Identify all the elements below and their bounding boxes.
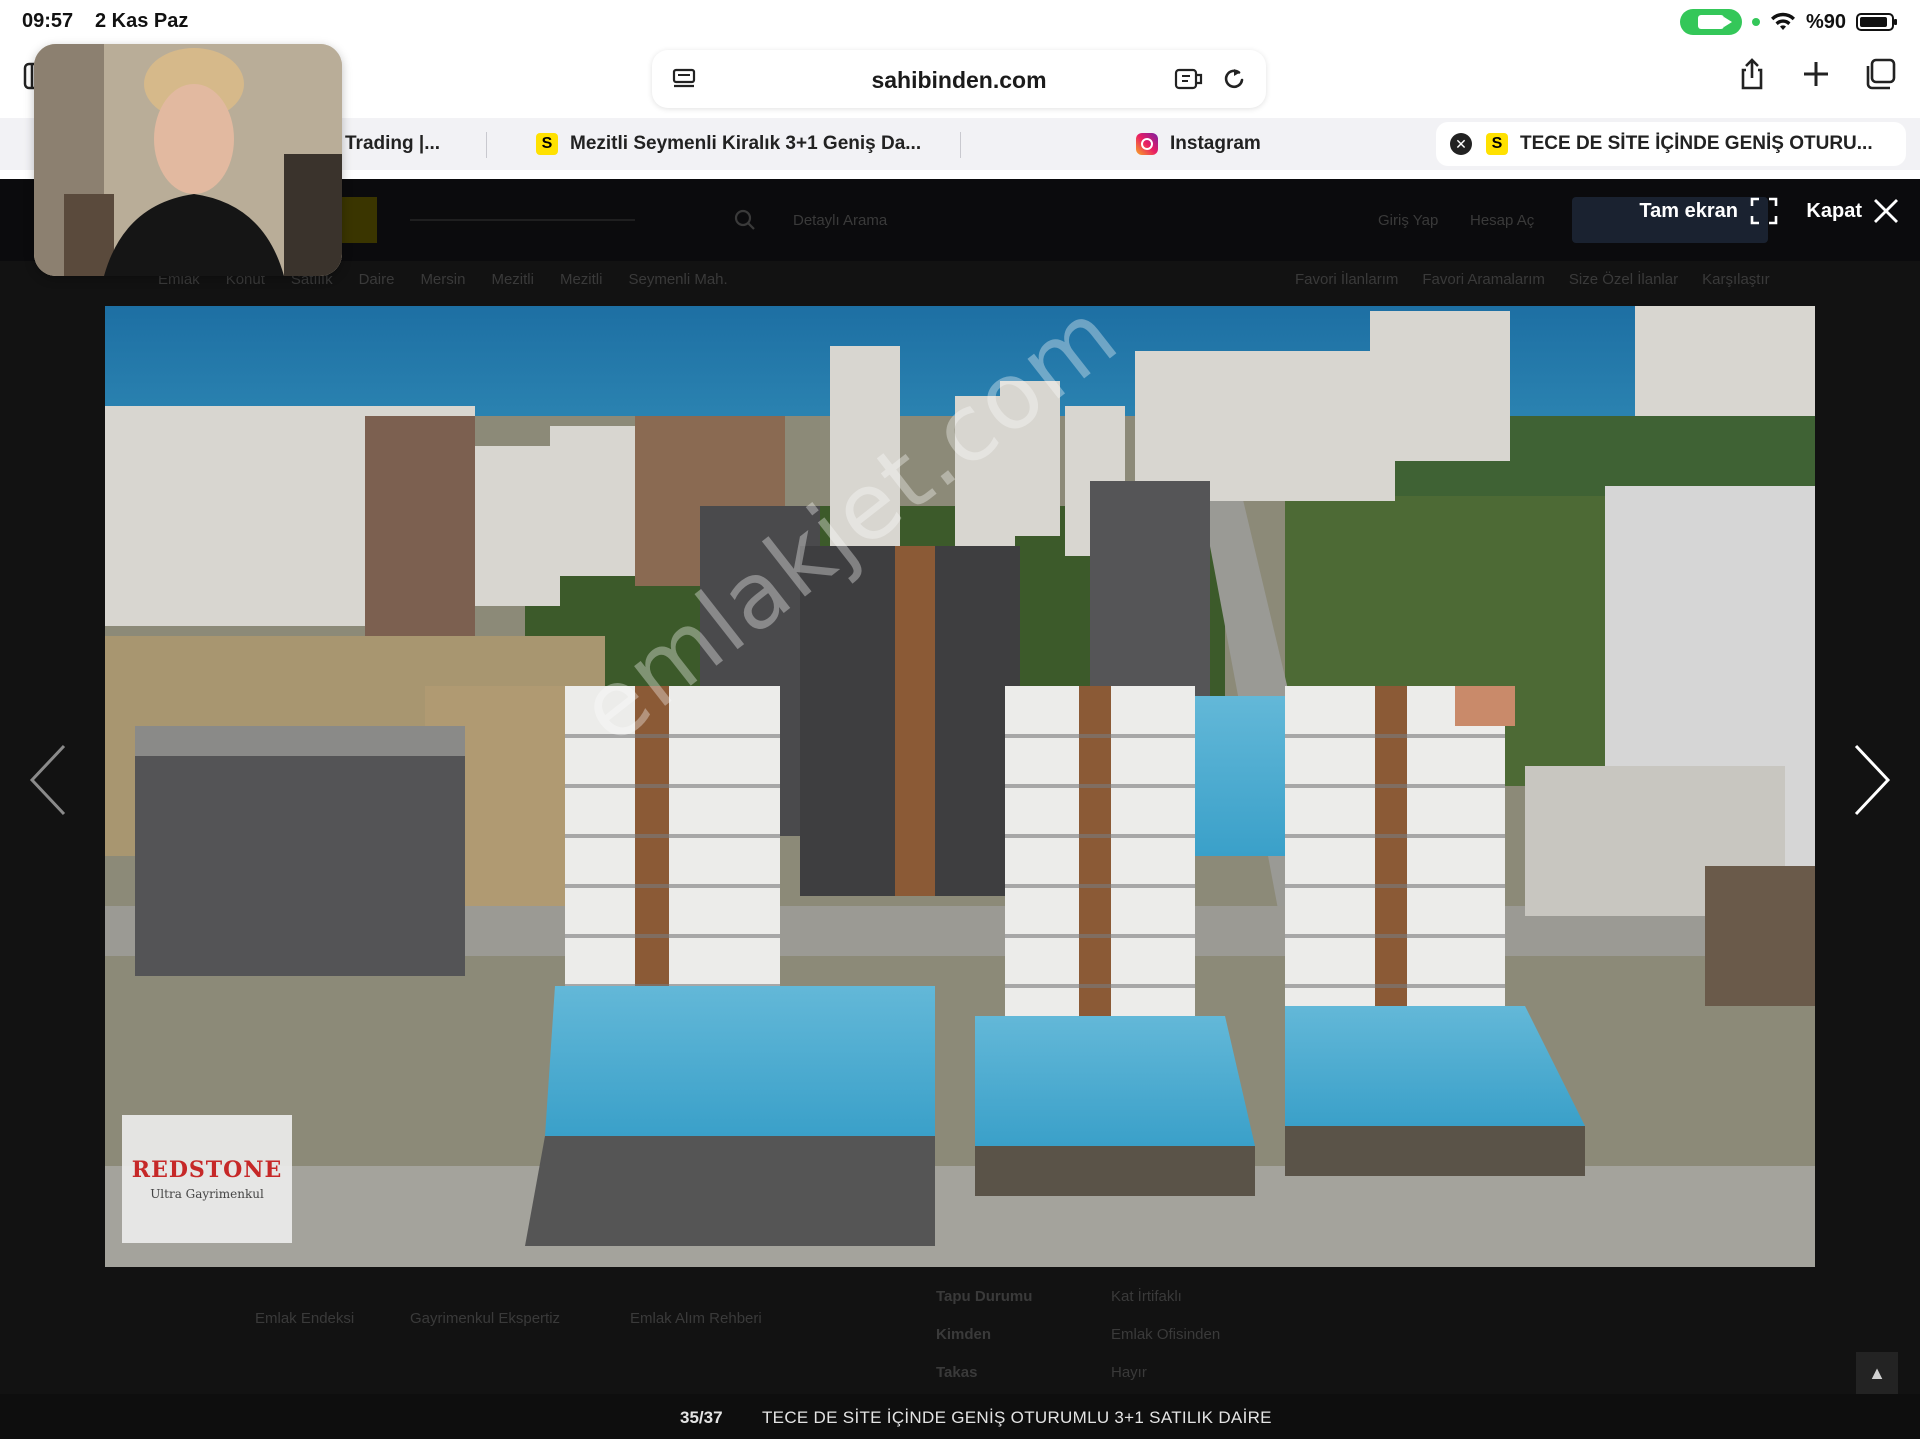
tab-label: Instagram [1170, 133, 1261, 154]
video-person-image [34, 44, 342, 276]
share-icon[interactable] [1734, 56, 1770, 92]
breadcrumb-item[interactable]: Mezitli [560, 271, 603, 288]
wifi-icon [1770, 12, 1795, 30]
tab-tece-active[interactable]: ✕ S TECE DE SİTE İÇİNDE GENİŞ OTURU... [1436, 122, 1906, 166]
close-icon [1874, 199, 1898, 223]
footer-link[interactable]: Emlak Endeksi [255, 1310, 354, 1327]
fullscreen-label: Tam ekran [1639, 199, 1738, 222]
detail-label: Takas [936, 1364, 978, 1381]
reload-icon[interactable] [1220, 65, 1248, 93]
tabs-overview-icon[interactable] [1862, 56, 1898, 92]
sahibinden-icon: S [536, 133, 558, 155]
breadcrumb-item[interactable]: Mezitli [491, 271, 534, 288]
breadcrumb-item[interactable]: Daire [359, 271, 395, 288]
footer-link[interactable]: Emlak Alım Rehberi [630, 1310, 762, 1327]
tab-instagram[interactable]: Instagram [1136, 122, 1316, 166]
agency-logo-sub: Ultra Gayrimenkul [150, 1187, 264, 1201]
new-tab-icon[interactable] [1798, 56, 1834, 92]
status-right: %90 [1679, 9, 1897, 35]
battery-icon [1856, 13, 1897, 31]
camera-in-use-icon [1751, 18, 1760, 26]
tab-mezitli[interactable]: S Mezitli Seymenli Kiralık 3+1 Geniş Da.… [536, 122, 956, 166]
agency-logo: REDSTONE Ultra Gayrimenkul [122, 1115, 292, 1243]
detailed-search-link[interactable]: Detaylı Arama [793, 212, 887, 229]
signup-link[interactable]: Hesap Aç [1470, 212, 1534, 229]
breadcrumb-item[interactable]: Mersin [420, 271, 465, 288]
tab-divider [960, 132, 961, 158]
arrow-up-icon: ▲ [1868, 1362, 1886, 1383]
detail-value: Kat İrtifaklı [1111, 1288, 1182, 1305]
screen: 09:57 2 Kas Paz %90 sahibinden.com Tradi… [0, 0, 1920, 1439]
photo-counter: 35/37 [680, 1408, 723, 1427]
breadcrumb-item[interactable]: Seymenli Mah. [628, 271, 727, 288]
search-icon[interactable] [734, 209, 756, 231]
close-label: Kapat [1806, 199, 1862, 222]
tab-divider [486, 132, 487, 158]
detail-label: Kimden [936, 1326, 992, 1343]
instagram-icon [1136, 133, 1158, 155]
next-photo-icon[interactable] [1846, 740, 1896, 820]
close-lightbox-button[interactable]: Kapat [1806, 197, 1900, 225]
tab-label: Trading |... [345, 133, 441, 154]
agency-logo-brand: REDSTONE [131, 1157, 283, 1183]
detail-label: Tapu Durumu [936, 1288, 1033, 1305]
status-date: 2 Kas Paz [95, 10, 189, 32]
detail-value: Hayır [1111, 1364, 1147, 1381]
listing-title: TECE DE SİTE İÇİNDE GENİŞ OTURUMLU 3+1 S… [762, 1408, 1272, 1427]
photo-caption-bar: 35/37 TECE DE SİTE İÇİNDE GENİŞ OTURUMLU… [0, 1394, 1920, 1439]
status-bar: 09:57 2 Kas Paz %90 [0, 0, 1920, 44]
extension-icon[interactable] [1174, 67, 1204, 91]
login-link[interactable]: Giriş Yap [1378, 212, 1438, 229]
tool-link[interactable]: Favori Aramalarım [1422, 271, 1545, 288]
scroll-to-top-button[interactable]: ▲ [1856, 1352, 1898, 1394]
address-bar[interactable]: sahibinden.com [652, 50, 1266, 108]
fullscreen-button[interactable]: Tam ekran [1639, 197, 1778, 225]
tool-link[interactable]: Karşılaştır [1702, 271, 1770, 288]
tab-trading[interactable]: Trading |... [345, 122, 485, 166]
close-tab-icon[interactable]: ✕ [1450, 133, 1472, 155]
facetime-indicator-icon[interactable] [1679, 9, 1742, 35]
facetime-video-preview[interactable] [34, 44, 342, 276]
tool-link[interactable]: Favori İlanlarım [1295, 271, 1398, 288]
status-time: 09:57 [22, 10, 74, 32]
sahibinden-icon: S [1486, 133, 1508, 155]
fullscreen-icon [1750, 197, 1778, 225]
footer-link[interactable]: Gayrimenkul Ekspertiz [410, 1310, 560, 1327]
tab-label: TECE DE SİTE İÇİNDE GENİŞ OTURU... [1520, 133, 1873, 154]
page-tools: Favori İlanlarım Favori Aramalarım Size … [1295, 271, 1770, 288]
detail-value: Emlak Ofisinden [1111, 1326, 1221, 1343]
tab-label: Mezitli Seymenli Kiralık 3+1 Geniş Da... [570, 133, 922, 154]
previous-photo-icon[interactable] [24, 740, 74, 820]
toolbar-right [1734, 56, 1898, 92]
battery-percent: %90 [1805, 10, 1846, 33]
tool-link[interactable]: Size Özel İlanlar [1569, 271, 1678, 288]
